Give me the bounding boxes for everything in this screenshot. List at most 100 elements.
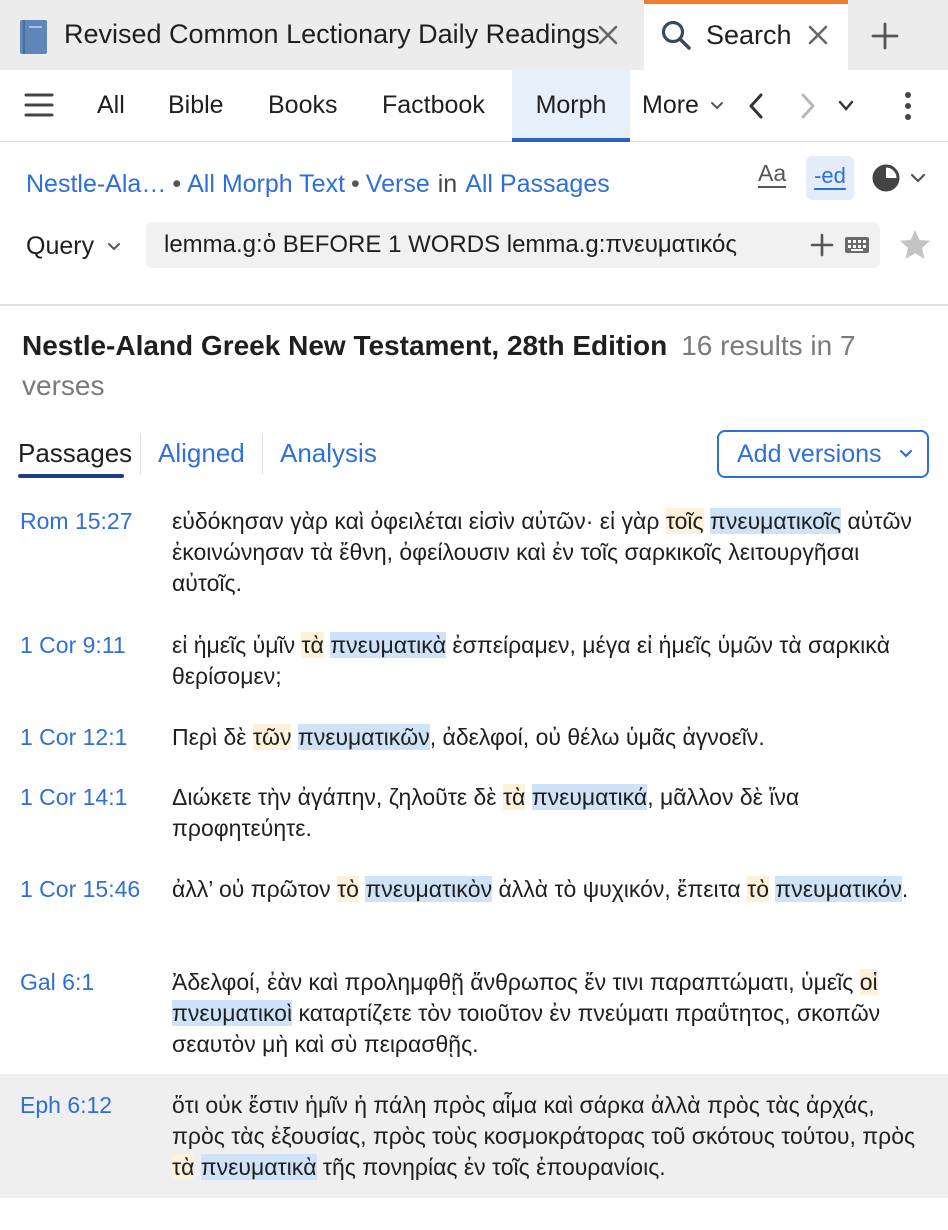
verse-text-segment: ὅτι οὐκ ἔστιν ἡμῖν ἡ πάλη πρὸς αἷμα καὶ … (172, 1092, 916, 1149)
category-morph[interactable]: Morph (512, 70, 630, 142)
verse-reference[interactable]: 1 Cor 12:1 (20, 724, 127, 751)
active-tab-underline (18, 474, 124, 478)
article-match[interactable]: τὰ (172, 1154, 195, 1180)
query-input[interactable]: lemma.g:ὁ BEFORE 1 WORDS lemma.g:πνευματ… (146, 222, 880, 268)
lemma-match[interactable]: πνευματικοῖς (709, 508, 842, 534)
verse-text-segment: Διώκετε τὴν ἀγάπην, ζηλοῦτε δὲ (172, 784, 503, 810)
verse-text: Διώκετε τὴν ἀγάπην, ζηλοῦτε δὲ τὰ πνευμα… (172, 782, 928, 844)
kebab-menu-icon[interactable] (902, 90, 914, 122)
divider (262, 434, 263, 474)
article-match[interactable]: τὸ (337, 876, 359, 902)
font-size-button[interactable]: Aa (758, 160, 792, 196)
lemma-match[interactable]: πνευματικά (531, 784, 648, 810)
magnifier-icon (661, 20, 691, 50)
verse-text-segment: εὐδόκησαν γὰρ καὶ ὀφειλέται εἰσὶν αὐτῶν·… (172, 508, 666, 534)
verse-reference[interactable]: 1 Cor 9:11 (20, 632, 126, 659)
star-icon[interactable] (898, 228, 932, 262)
verse-reference[interactable]: 1 Cor 15:46 (20, 876, 140, 903)
verse-text-segment (194, 1154, 200, 1180)
verse-text-segment (291, 724, 297, 750)
more-menu[interactable]: More (642, 70, 724, 142)
verse-text-segment: εἰ ἡμεῖς ὑμῖν (172, 632, 302, 658)
category-bible[interactable]: Bible (168, 70, 224, 142)
search-tab-title: Search (706, 20, 792, 50)
verse-text-segment: Ἀδελφοί, ἐὰν καὶ προλημφθῇ ἄνθρωπος ἔν τ… (172, 969, 860, 995)
add-versions-label: Add versions (737, 440, 882, 468)
chevron-left-icon[interactable] (746, 92, 766, 120)
result-row[interactable]: 1 Cor 15:46 ἀλλ’ οὐ πρῶτον τὸ πνευματικὸ… (0, 870, 948, 944)
lemma-match[interactable]: πνευματικοὶ (172, 1000, 293, 1026)
search-scope-breadcrumb: Nestle-Ala… • All Morph Text • Verse in All Pa… (26, 170, 610, 199)
article-match[interactable]: τῶν (252, 724, 292, 750)
resource-title: Nestle-Aland Greek New Testament, 28th E… (22, 330, 668, 361)
article-match[interactable]: τὰ (502, 784, 526, 810)
verse-text: εἰ ἡμεῖς ὑμῖν τὰ πνευματικὰ ἐσπείραμεν, … (172, 630, 928, 692)
article-match[interactable]: οἱ (859, 969, 878, 995)
verse-text-segment: . (901, 876, 909, 902)
plus-icon[interactable] (870, 21, 900, 51)
inflected-forms-toggle[interactable]: -ed (806, 156, 854, 200)
verse-text-segment (704, 508, 710, 534)
result-row-selected[interactable]: Eph 6:12 ὅτι οὐκ ἔστιν ἡμῖν ἡ πάλη πρὸς … (0, 1074, 948, 1198)
category-books[interactable]: Books (268, 70, 337, 142)
result-row[interactable]: 1 Cor 9:11 εἰ ἡμεῖς ὑμῖν τὰ πνευματικὰ ἐ… (0, 626, 948, 700)
verse-text: ὅτι οὐκ ἔστιν ἡμῖν ἡ πάλη πρὸς αἷμα καὶ … (172, 1090, 928, 1183)
resource-selector[interactable]: Nestle-Ala… (26, 170, 166, 198)
verse-text-segment (525, 784, 531, 810)
tab-analysis[interactable]: Analysis (280, 438, 377, 469)
lemma-match[interactable]: πνευματικὸν (365, 876, 493, 902)
query-type-dropdown[interactable]: Query (26, 232, 121, 261)
range-selector[interactable]: All Passages (465, 170, 610, 198)
lemma-match[interactable]: πνευματικὰ (330, 632, 446, 658)
verse-text: Ἀδελφοί, ἐὰν καὶ προλημφθῇ ἄνθρωπος ἔν τ… (172, 967, 928, 1060)
verse-text: ἀλλ’ οὐ πρῶτον τὸ πνευματικὸν ἀλλὰ τὸ ψυ… (172, 874, 928, 905)
category-all[interactable]: All (97, 70, 125, 142)
contrast-icon[interactable] (870, 162, 930, 194)
verse-reference[interactable]: Rom 15:27 (20, 508, 133, 535)
plus-icon[interactable] (810, 233, 834, 257)
verse-text-segment: ἀλλὰ τὸ ψυχικόν, ἔπειτα (492, 876, 748, 902)
article-match[interactable]: τοῖς (665, 508, 704, 534)
document-tab[interactable]: Revised Common Lectionary Daily Readings (0, 0, 638, 70)
search-category-toolbar: All Bible Books Factbook Morph More (0, 70, 948, 142)
window-tab-strip: Revised Common Lectionary Daily Readings… (0, 0, 948, 70)
search-tab[interactable]: Search (644, 0, 848, 70)
more-label: More (642, 91, 699, 119)
add-versions-button[interactable]: Add versions (717, 430, 929, 478)
result-row[interactable]: Rom 15:27 εὐδόκησαν γὰρ καὶ ὀφειλέται εἰ… (0, 502, 948, 612)
hamburger-menu-icon[interactable] (24, 92, 54, 118)
query-text[interactable]: lemma.g:ὁ BEFORE 1 WORDS lemma.g:πνευματ… (164, 231, 737, 259)
result-row[interactable]: 1 Cor 12:1 Περὶ δὲ τῶν πνευματικῶν, ἀδελ… (0, 718, 948, 764)
category-factbook[interactable]: Factbook (382, 70, 485, 142)
verse-reference[interactable]: Eph 6:12 (20, 1092, 112, 1119)
chevron-right-icon[interactable] (798, 92, 818, 120)
tab-aligned[interactable]: Aligned (158, 438, 245, 469)
separator-dot: • (172, 170, 182, 198)
result-row[interactable]: 1 Cor 14:1 Διώκετε τὴν ἀγάπην, ζηλοῦτε δ… (0, 778, 948, 852)
chevron-down-icon (108, 243, 121, 251)
lemma-match[interactable]: πνευματικόν (775, 876, 902, 902)
divider (140, 434, 141, 474)
verse-reference[interactable]: Gal 6:1 (20, 969, 94, 996)
result-row[interactable]: Gal 6:1 Ἀδελφοί, ἐὰν καὶ προλημφθῇ ἄνθρω… (0, 963, 948, 1071)
verse-text-segment: ἀλλ’ οὐ πρῶτον (172, 876, 338, 902)
tab-passages[interactable]: Passages (18, 438, 132, 469)
unit-selector[interactable]: Verse (366, 170, 430, 198)
field-selector[interactable]: All Morph Text (187, 170, 345, 198)
document-tab-title: Revised Common Lectionary Daily Readings (64, 19, 600, 49)
chevron-down-icon (899, 449, 913, 458)
verse-reference[interactable]: 1 Cor 14:1 (20, 784, 127, 811)
article-match[interactable]: τὸ (747, 876, 770, 902)
verse-text: Περὶ δὲ τῶν πνευματικῶν, ἀδελφοί, οὐ θέλ… (172, 722, 928, 753)
close-icon[interactable] (596, 23, 620, 47)
verse-text-segment: τῆς πονηρίας ἐν τοῖς ἐπουρανίοις. (316, 1154, 666, 1180)
verse-text: εὐδόκησαν γὰρ καὶ ὀφειλέται εἰσὶν αὐτῶν·… (172, 506, 928, 599)
lemma-match[interactable]: πνευματικὰ (200, 1154, 317, 1180)
keyboard-icon[interactable] (844, 236, 870, 254)
close-icon[interactable] (806, 23, 830, 47)
lemma-match[interactable]: πνευματικῶν (297, 724, 430, 750)
book-icon (20, 20, 47, 54)
article-match[interactable]: τὰ (301, 632, 324, 658)
chevron-down-icon[interactable] (838, 100, 854, 112)
verse-text-segment: Περὶ δὲ (172, 724, 253, 750)
